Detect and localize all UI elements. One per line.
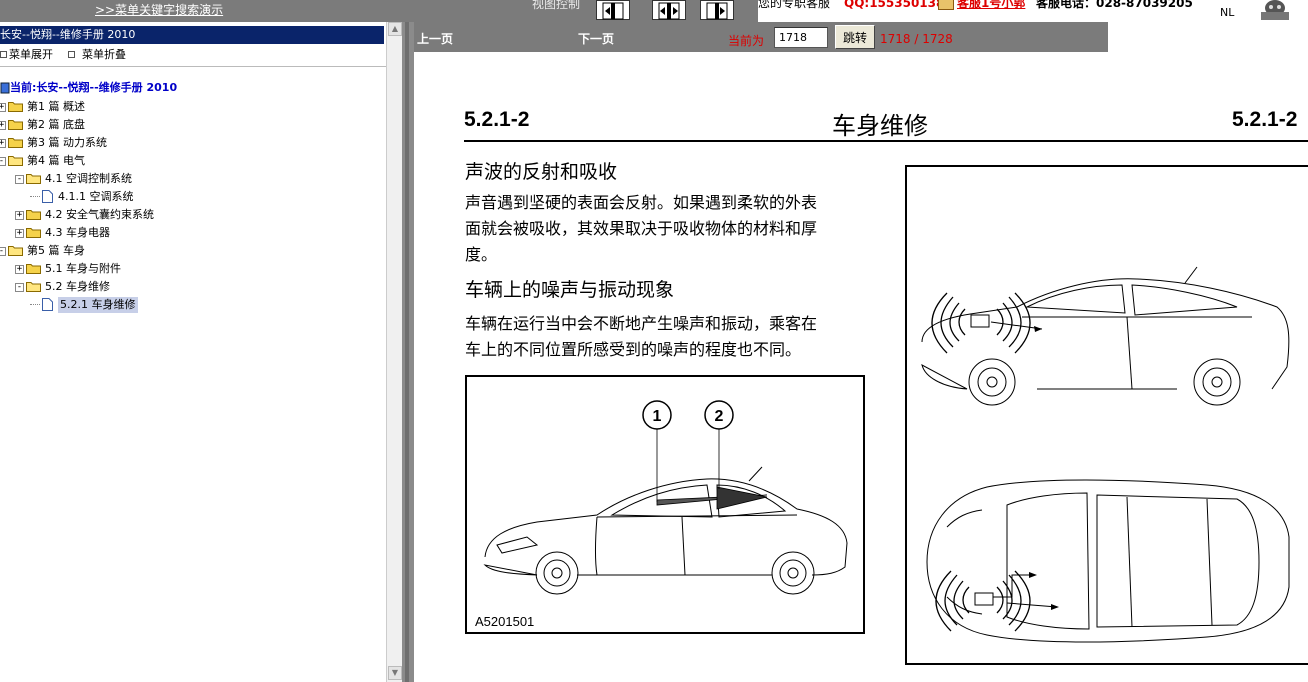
tree-root-label: 当前:长安--悦翔--维修手册 2010 <box>10 81 178 94</box>
current-page-label: 当前为 <box>728 34 765 48</box>
left-pane-icon <box>602 2 624 20</box>
page-number-input[interactable] <box>774 27 828 48</box>
paragraph-line: 声音遇到坚硬的表面会反射。如果遇到柔软的外表 <box>465 193 818 212</box>
document-page: 5.2.1-2 车身维修 5.2.1-2 声波的反射和吸收 声音遇到坚硬的表面会… <box>414 52 1308 682</box>
heading-sound-reflection: 声波的反射和吸收 <box>465 161 618 183</box>
figure-sound-paths <box>905 165 1308 665</box>
tree-item-label: 第3 篇 动力系统 <box>27 136 107 149</box>
search-demo-link[interactable]: >>菜单关键字搜索演示 <box>95 1 223 18</box>
pane-splitter[interactable] <box>402 22 414 682</box>
collapse-node-icon[interactable]: - <box>15 283 24 292</box>
scroll-up-button[interactable]: ▲ <box>388 22 402 36</box>
service-info: 您的专职客服 QQ:1553501388 客服1号小郭 客服电话：028-870… <box>758 0 1308 22</box>
expand-icon[interactable] <box>0 51 7 58</box>
paragraph-line: 面就会被吸收，其效果取决于吸收物体的材料和厚 <box>465 219 818 238</box>
service-phone: 客服电话：028-87039205 <box>1036 0 1193 10</box>
tree-item-label: 第4 篇 电气 <box>27 154 85 167</box>
expand-node-icon[interactable]: + <box>0 103 6 112</box>
tree-item-label: 5.1 车身与附件 <box>45 262 121 275</box>
header-rule <box>464 140 1308 142</box>
expand-node-icon[interactable]: + <box>0 139 6 148</box>
sidebar: 长安--悦翔--维修手册 2010 菜单展开 菜单折叠 当前:长安--悦翔--维… <box>0 22 386 682</box>
view-left-pane-button[interactable] <box>596 0 630 20</box>
qq-number[interactable]: QQ:1553501388 <box>844 0 953 9</box>
next-page-link[interactable]: 下一页 <box>578 30 614 47</box>
menu-expand-button[interactable]: 菜单展开 <box>9 47 53 63</box>
split-pane-icon <box>658 2 680 20</box>
figure-noise-locations: 1 2 A5201501 <box>465 375 865 634</box>
tree-item-label: 第2 篇 底盘 <box>27 118 85 131</box>
view-right-pane-button[interactable] <box>700 0 734 20</box>
car-sound-illustration <box>921 266 1290 643</box>
top-toolbar: >>菜单关键字搜索演示 视图控制 您的专职客服 QQ:1553501388 客服… <box>0 0 1308 22</box>
tree-item-label: 4.2 安全气囊约束系统 <box>45 208 154 221</box>
page-indicator: 1718 / 1728 <box>880 32 953 46</box>
heading-vehicle-noise: 车辆上的噪声与振动现象 <box>465 279 675 301</box>
collapse-node-icon[interactable]: - <box>0 247 6 256</box>
view-control-label: 视图控制 <box>532 0 581 11</box>
expand-node-icon[interactable]: + <box>15 265 24 274</box>
callout-1: 1 <box>653 408 662 425</box>
collapse-node-icon[interactable]: - <box>0 157 6 166</box>
nl-label: NL <box>1220 6 1235 19</box>
tree-item-label: 5.2.1 车身维修 <box>58 297 138 313</box>
tree-item-label: 4.1 空调控制系统 <box>45 172 132 185</box>
sidebar-scrollbar[interactable]: ▲ ▼ <box>386 22 402 682</box>
callout-2: 2 <box>715 408 724 425</box>
paragraph-vehicle-noise: 车辆在运行当中会不断地产生噪声和振动，乘客在 车上的不同位置所感受到的噪声的程度… <box>465 311 875 363</box>
tree-item-label: 5.2 车身维修 <box>45 280 110 293</box>
paragraph-line: 车上的不同位置所感受到的噪声的程度也不同。 <box>465 340 802 359</box>
expand-node-icon[interactable]: + <box>15 229 24 238</box>
tree-item-label: 4.1.1 空调系统 <box>58 190 134 203</box>
car-side-illustration: 1 2 <box>483 400 848 595</box>
section-number-left: 5.2.1-2 <box>464 108 530 131</box>
view-split-button[interactable] <box>652 0 686 20</box>
right-pane-icon <box>706 2 728 20</box>
menu-collapse-button[interactable]: 菜单折叠 <box>82 47 126 63</box>
chapter-title: 车身维修 <box>832 112 928 140</box>
figure-id: A5201501 <box>475 614 535 629</box>
prev-page-link[interactable]: 上一页 <box>417 30 453 47</box>
collapse-icon[interactable] <box>68 51 75 58</box>
section-number-right: 5.2.1-2 <box>1232 108 1298 131</box>
service-name-link[interactable]: 客服1号小郭 <box>957 0 1025 9</box>
expand-node-icon[interactable]: + <box>15 211 24 220</box>
jump-button[interactable]: 跳转 <box>835 25 875 49</box>
tree-item-label: 第5 篇 车身 <box>27 244 85 257</box>
paragraph-line: 度。 <box>465 245 498 264</box>
sidebar-divider <box>0 66 386 67</box>
service-text: 您的专职客服 <box>758 0 831 10</box>
page-navigation-bar: 上一页 下一页 当前为 跳转 1718 / 1728 <box>414 22 1108 52</box>
paragraph-sound-reflection: 声音遇到坚硬的表面会反射。如果遇到柔软的外表 面就会被吸收，其效果取决于吸收物体… <box>465 190 875 268</box>
paragraph-line: 车辆在运行当中会不断地产生噪声和振动，乘客在 <box>465 314 818 333</box>
scroll-down-button[interactable]: ▼ <box>388 666 402 680</box>
expand-node-icon[interactable]: + <box>0 121 6 130</box>
mascot-icon <box>1261 0 1289 20</box>
collapse-node-icon[interactable]: - <box>15 175 24 184</box>
mail-icon[interactable] <box>938 0 954 10</box>
tree-item-label: 4.3 车身电器 <box>45 226 110 239</box>
tree-item-label: 第1 篇 概述 <box>27 100 85 113</box>
sidebar-title: 长安--悦翔--维修手册 2010 <box>0 26 384 44</box>
